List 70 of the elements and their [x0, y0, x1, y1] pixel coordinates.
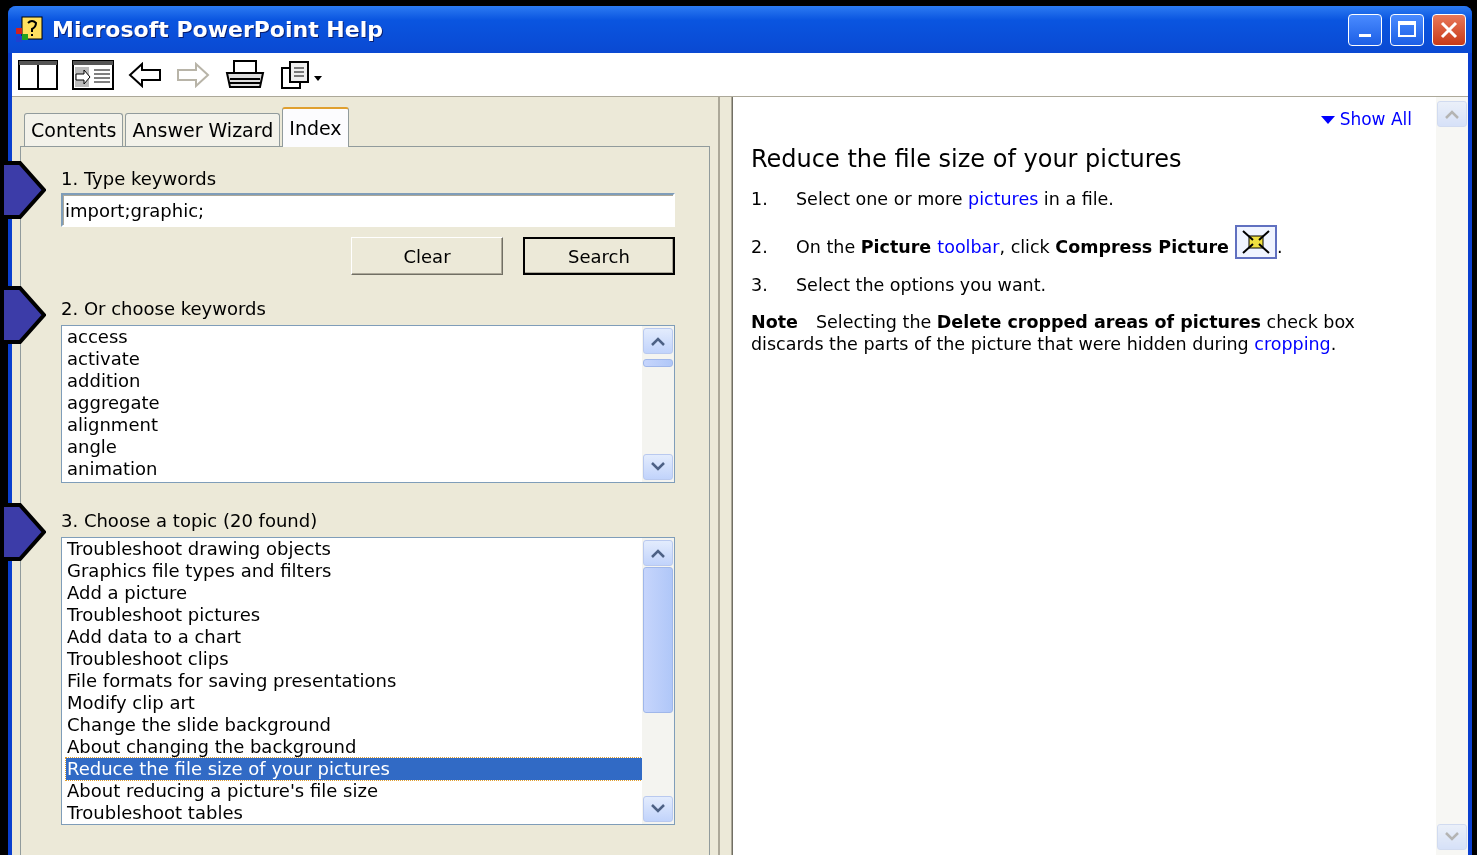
tile-window-icon: [72, 59, 114, 90]
list-item[interactable]: Add a picture: [66, 582, 642, 604]
list-item[interactable]: About changing the background: [66, 736, 642, 758]
help-link[interactable]: toolbar: [937, 236, 1000, 257]
scrollbar[interactable]: [642, 538, 674, 824]
list-item[interactable]: Change the slide background: [66, 714, 642, 736]
list-item[interactable]: File formats for saving presentations: [66, 670, 642, 692]
list-item[interactable]: addition: [66, 370, 642, 392]
maximize-button[interactable]: [1390, 13, 1424, 46]
step-number: 3.: [751, 273, 769, 297]
list-item[interactable]: alignment: [66, 414, 642, 436]
step-number: 1.: [751, 187, 769, 211]
scrollbar[interactable]: [642, 326, 674, 482]
close-icon: [1440, 20, 1458, 39]
help-book-icon: [14, 15, 44, 44]
forward-arrow-icon: [176, 61, 210, 88]
dialog-button[interactable]: Search: [523, 237, 675, 275]
compress-picture-icon: [1235, 224, 1277, 259]
list-item[interactable]: Add data to a chart: [66, 626, 642, 648]
list-item[interactable]: About reducing a picture's file size: [66, 780, 642, 802]
scroll-up-icon: [650, 548, 666, 558]
list-item[interactable]: access: [66, 326, 642, 348]
printer-icon: [224, 58, 266, 91]
window-title: Microsoft PowerPoint Help: [52, 16, 383, 45]
list-item[interactable]: Graphics file types and filters: [66, 560, 642, 582]
list-item[interactable]: activate: [66, 348, 642, 370]
list-item[interactable]: animation: [66, 458, 642, 480]
field-label: 3. Choose a topic (20 found): [61, 509, 319, 533]
help-link[interactable]: pictures: [968, 188, 1039, 209]
scroll-down-icon: [1444, 832, 1460, 842]
caret-icon: [1320, 115, 1335, 124]
scroll-thumb[interactable]: [643, 567, 673, 713]
minimize-button[interactable]: [1348, 13, 1382, 46]
list-item[interactable]: Troubleshoot pictures: [66, 604, 642, 626]
field-label: 1. Type keywords: [61, 167, 218, 191]
scroll-up-icon: [650, 336, 666, 346]
list-item[interactable]: angle: [66, 436, 642, 458]
dialog-button[interactable]: Clear: [351, 237, 503, 275]
list-item[interactable]: Troubleshoot drawing objects: [66, 538, 642, 560]
toolbar-button[interactable]: [18, 57, 58, 92]
list-item[interactable]: Modify clip art: [66, 692, 642, 714]
help-link[interactable]: cropping: [1254, 333, 1331, 354]
keyword-input-field[interactable]: import;graphic;: [61, 193, 675, 227]
field-label: 2. Or choose keywords: [61, 297, 267, 321]
list-item[interactable]: Reduce the file size of your pictures: [66, 758, 642, 780]
scroll-down-icon: [650, 804, 666, 814]
close-button[interactable]: [1432, 13, 1466, 46]
options-icon: [280, 59, 324, 90]
step-number: 2.: [751, 235, 769, 259]
list-item[interactable]: aggregate: [66, 392, 642, 414]
tab[interactable]: Answer Wizard: [125, 113, 281, 146]
list-item[interactable]: Troubleshoot tables: [66, 802, 642, 824]
step-text: Select one or more pictures in a file.: [796, 187, 1114, 211]
scroll-up-icon: [1444, 109, 1460, 119]
tab[interactable]: Index: [282, 107, 349, 147]
toolbar-button[interactable]: [72, 57, 114, 92]
minimize-icon: [1359, 34, 1371, 38]
pane-icon: [18, 59, 58, 90]
scroll-down-icon: [650, 462, 666, 472]
step-text: On the Picture toolbar, click Compress Picture .: [796, 224, 1283, 259]
list-item[interactable]: Troubleshoot clips: [66, 648, 642, 670]
maximize-icon: [1398, 20, 1416, 39]
show-all-link[interactable]: Show All: [1320, 107, 1412, 133]
article-title: Reduce the file size of your pictures: [751, 143, 1183, 175]
note-text: Note Selecting the Delete cropped areas of pictures check box discards the parts of the picture that were hidden during cropping.: [751, 310, 1356, 355]
back-arrow-icon: [128, 61, 162, 88]
step-text: Select the options you want.: [796, 273, 1047, 297]
scrollbar[interactable]: [1436, 97, 1468, 855]
scroll-thumb[interactable]: [643, 359, 673, 367]
tab[interactable]: Contents: [24, 113, 124, 146]
